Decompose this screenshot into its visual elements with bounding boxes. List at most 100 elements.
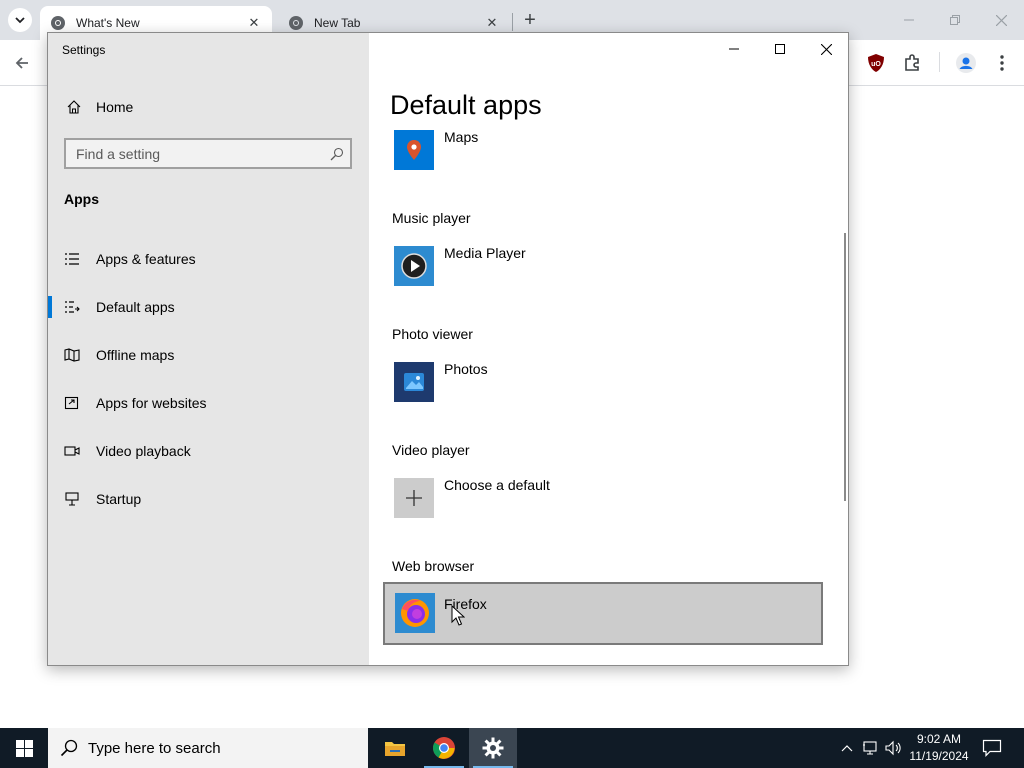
browser-minimize-button[interactable]: [886, 0, 932, 40]
category-music-player: Music player: [392, 210, 471, 226]
nav-apps-for-websites[interactable]: Apps for websites: [48, 385, 369, 421]
network-icon: [863, 741, 877, 755]
nav-item-label: Offline maps: [96, 347, 175, 363]
photos-icon: [394, 362, 434, 402]
category-video-player: Video player: [392, 442, 470, 458]
chrome-favicon-icon: [289, 16, 303, 30]
video-icon: [64, 443, 80, 459]
nav-item-label: Default apps: [96, 299, 175, 315]
browser-menu-button[interactable]: [990, 51, 1014, 75]
close-tab-icon[interactable]: ✕: [246, 15, 262, 31]
taskbar-search-placeholder: Type here to search: [88, 739, 221, 757]
tab-title: New Tab: [314, 16, 361, 30]
app-name: Media Player: [444, 245, 526, 261]
section-header-apps: Apps: [64, 191, 99, 207]
settings-maximize-button[interactable]: [757, 33, 803, 65]
nav-item-label: Apps for websites: [96, 395, 207, 411]
arrow-left-icon: [15, 57, 28, 69]
search-icon: [330, 147, 344, 160]
settings-close-button[interactable]: [803, 33, 848, 65]
new-tab-button[interactable]: +: [518, 8, 542, 32]
default-app-music[interactable]: Media Player: [383, 244, 823, 307]
settings-sidebar: Settings Home Apps Apps & features Defau…: [48, 33, 369, 665]
settings-window: Settings Home Apps Apps & features Defau…: [47, 32, 849, 666]
folder-icon: [385, 742, 405, 756]
nav-video-playback[interactable]: Video playback: [48, 433, 369, 469]
maximize-icon: [775, 44, 785, 54]
mouse-cursor-icon: [451, 605, 465, 626]
default-app-video[interactable]: Choose a default: [383, 476, 823, 539]
tab-title: What's New: [76, 16, 140, 30]
search-icon: [60, 739, 78, 757]
map-icon: [64, 347, 80, 363]
puzzle-piece-icon: [905, 54, 919, 71]
nav-apps-features[interactable]: Apps & features: [48, 241, 369, 277]
ublock-shield-icon: uO: [868, 54, 884, 72]
back-button[interactable]: [10, 51, 34, 75]
app-name: Choose a default: [444, 477, 550, 493]
nav-home-label: Home: [96, 99, 134, 115]
app-name: Maps: [444, 129, 479, 145]
settings-content: Default apps Maps Music player Media Pla…: [369, 33, 848, 665]
plus-icon: [394, 478, 434, 518]
network-button[interactable]: [861, 738, 881, 758]
ublock-extension-button[interactable]: uO: [864, 51, 888, 75]
profile-button[interactable]: [954, 51, 978, 75]
open-link-icon: [64, 395, 80, 411]
app-name: Photos: [444, 361, 488, 377]
find-setting-input[interactable]: [76, 145, 330, 162]
default-app-photos[interactable]: Photos: [383, 360, 823, 423]
settings-search-box[interactable]: [64, 138, 352, 169]
taskbar-settings[interactable]: [469, 728, 517, 768]
browser-restore-button[interactable]: [932, 0, 978, 40]
category-web-browser: Web browser: [392, 558, 475, 574]
taskbar-chrome[interactable]: [420, 728, 468, 768]
notification-icon: [982, 739, 1002, 757]
clock-date: 11/19/2024: [909, 749, 969, 763]
nav-offline-maps[interactable]: Offline maps: [48, 337, 369, 373]
action-center-button[interactable]: [980, 736, 1004, 760]
taskbar-search-box[interactable]: Type here to search: [48, 728, 368, 768]
restore-icon: [950, 15, 960, 25]
list-icon: [64, 251, 80, 267]
taskbar: Type here to search 9:02 AM 11/19/2024: [0, 728, 1024, 768]
close-icon: [820, 43, 832, 55]
minimize-icon: [729, 48, 739, 50]
maps-icon: [394, 130, 434, 170]
extensions-button[interactable]: [900, 51, 924, 75]
nav-default-apps[interactable]: Default apps: [48, 289, 369, 325]
show-hidden-icons-button[interactable]: [837, 738, 857, 758]
default-apps-icon: [64, 299, 80, 315]
svg-text:uO: uO: [871, 61, 881, 68]
clock-time: 9:02 AM: [916, 732, 962, 746]
volume-button[interactable]: [884, 738, 904, 758]
browser-close-button[interactable]: [978, 0, 1024, 40]
speaker-icon: [885, 740, 901, 756]
close-icon: [995, 14, 1007, 26]
home-icon: [67, 100, 81, 114]
page-title: Default apps: [390, 90, 542, 120]
media-player-icon: [394, 246, 434, 286]
minimize-icon: [904, 19, 914, 21]
account-avatar-icon: [956, 53, 976, 73]
content-scrollbar[interactable]: [844, 233, 846, 501]
nav-home[interactable]: Home: [48, 93, 369, 121]
chrome-favicon-icon: [51, 16, 65, 30]
startup-icon: [64, 491, 80, 507]
taskbar-file-explorer[interactable]: [371, 728, 419, 768]
nav-startup[interactable]: Startup: [48, 481, 369, 517]
nav-item-label: Video playback: [96, 443, 191, 459]
default-app-web-browser[interactable]: Firefox: [383, 582, 823, 645]
taskbar-clock[interactable]: 9:02 AM 11/19/2024: [905, 731, 973, 765]
start-button[interactable]: [0, 728, 48, 768]
tab-search-button[interactable]: [8, 8, 32, 32]
chevron-up-icon: [841, 745, 853, 752]
settings-minimize-button[interactable]: [711, 33, 757, 65]
selection-indicator: [48, 296, 52, 318]
default-app-maps[interactable]: Maps: [383, 128, 823, 191]
close-tab-icon[interactable]: ✕: [484, 15, 500, 31]
nav-item-label: Apps & features: [96, 251, 196, 267]
gear-icon: [482, 737, 504, 759]
category-photo-viewer: Photo viewer: [392, 326, 473, 342]
vertical-dots-icon: [1000, 55, 1004, 71]
